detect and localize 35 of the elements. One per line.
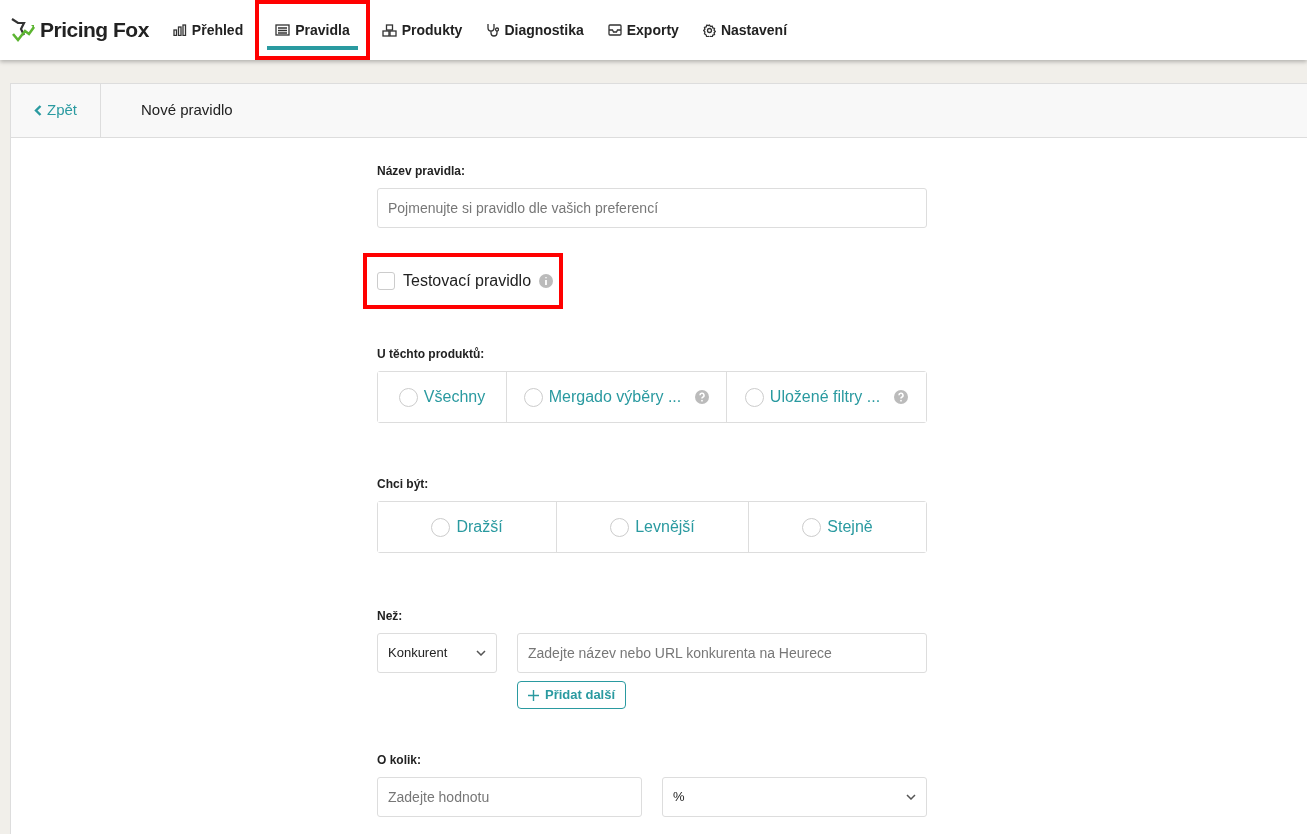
page-title: Nové pravidlo — [140, 100, 233, 121]
field-label: Chci být: — [377, 476, 430, 493]
competitor-select[interactable]: Konkurent — [377, 633, 497, 673]
nav-tab[interactable]: Produkty — [373, 10, 471, 50]
field-label: U těchto produktů: — [377, 346, 486, 363]
list-window-icon — [275, 24, 291, 36]
settings-icon — [702, 23, 716, 37]
brand-name: Pricing Fox — [40, 17, 149, 44]
plus-icon — [528, 689, 539, 701]
nav-tab[interactable]: Diagnostika — [478, 10, 592, 50]
field-label: O kolik: — [377, 752, 422, 769]
chevron-left-icon — [34, 105, 42, 116]
nav-tab[interactable]: Nastavení — [694, 10, 796, 50]
field-label: Název pravidla: — [377, 163, 467, 180]
competitor-input[interactable]: Zadejte název nebo URL konkurenta na Heurece — [517, 633, 927, 673]
help-icon — [695, 390, 710, 404]
radio-option[interactable]: Stejně — [748, 502, 926, 552]
checkbox[interactable] — [377, 272, 395, 290]
stethoscope-icon — [486, 23, 500, 37]
field-label: Než: — [377, 608, 404, 625]
chevron-down-icon — [476, 650, 486, 656]
rule-name-input[interactable]: Pojmenujte si pravidlo dle vašich preferencí — [377, 188, 927, 228]
bar-chart-icon — [172, 24, 187, 36]
amount-input[interactable]: Zadejte hodnotu — [377, 777, 642, 817]
nav-tab[interactable]: Přehled — [164, 10, 252, 50]
checkbox-label: Testovací pravidlo — [403, 271, 532, 291]
chevron-down-icon — [906, 794, 916, 800]
help-icon — [894, 390, 909, 404]
envelope-tray-icon — [607, 24, 622, 36]
nav-tab[interactable]: Exporty — [599, 10, 687, 50]
unit-select[interactable]: % — [662, 777, 927, 817]
nav-tab[interactable]: Pravidla — [259, 4, 366, 56]
fox-logo-icon — [10, 16, 36, 44]
boxes-icon — [381, 23, 397, 37]
info-icon — [539, 274, 554, 288]
